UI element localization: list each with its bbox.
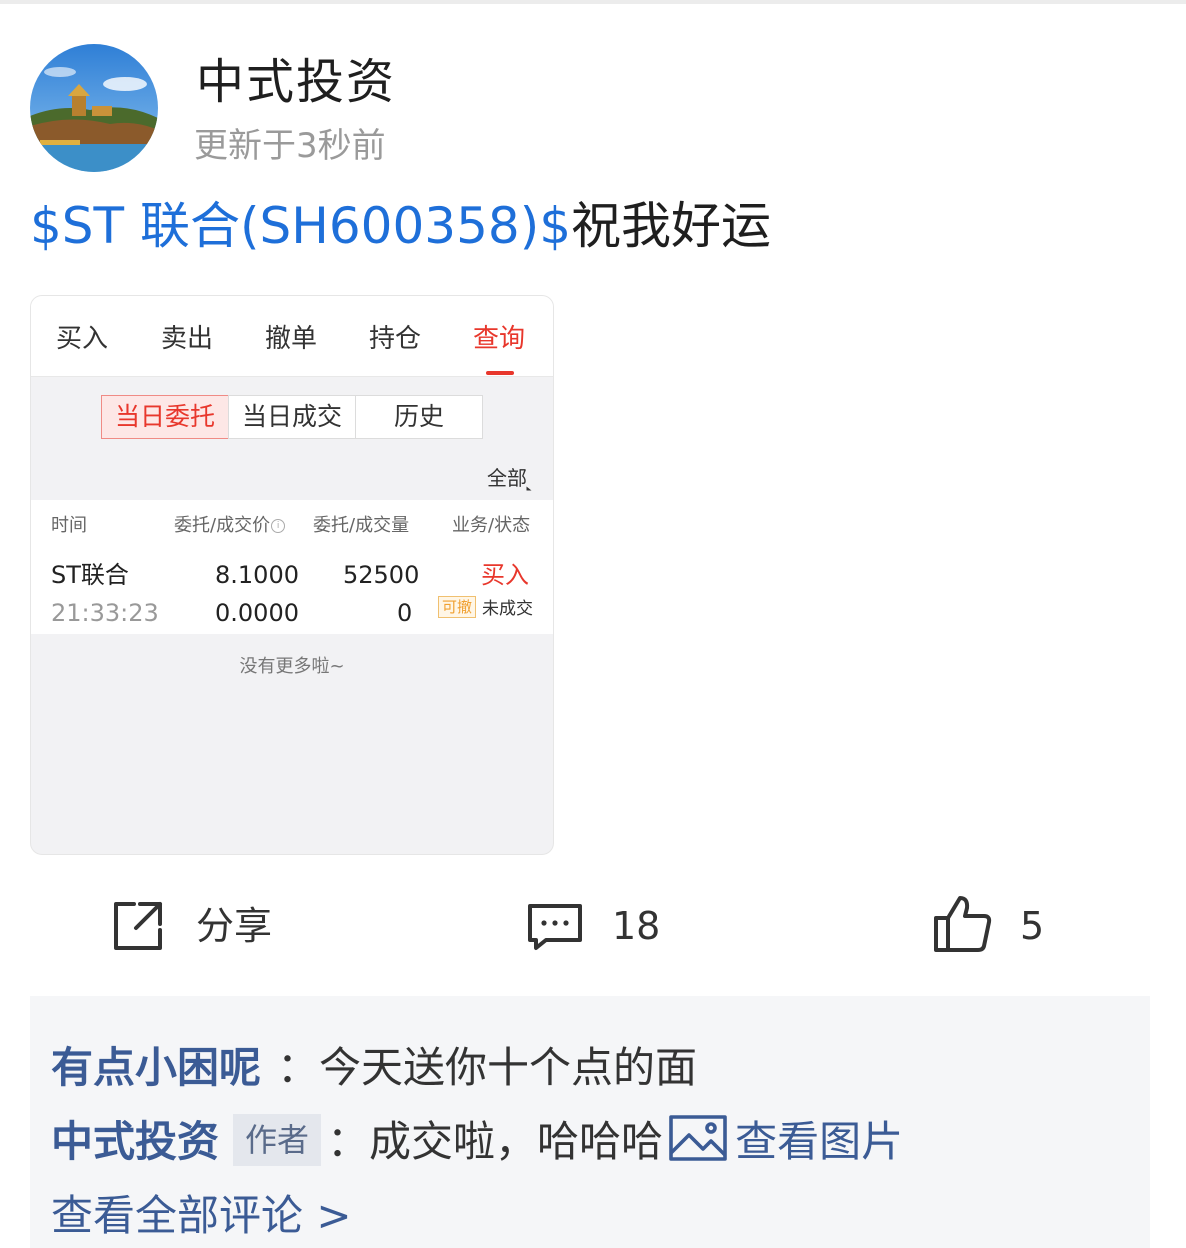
top-divider xyxy=(0,0,1186,4)
comment-icon[interactable] xyxy=(526,902,584,956)
col-status: 业务/状态 xyxy=(452,515,531,536)
author-avatar[interactable] xyxy=(30,44,158,172)
segment-today-orders: 当日委托 xyxy=(101,395,229,439)
like-icon[interactable] xyxy=(932,894,994,958)
col-price: 委托/成交价 i xyxy=(174,514,286,538)
trade-tabs: 买入 卖出 撤单 持仓 查询 xyxy=(31,296,553,377)
col-price-label: 委托/成交价 xyxy=(174,515,271,536)
table-header: 时间 委托/成交价 i 委托/成交量 业务/状态 xyxy=(31,500,553,548)
comment-author[interactable]: 有点小困呢 xyxy=(51,1043,261,1092)
comment-text: 今天送你十个点的面 xyxy=(319,1043,698,1092)
order-time: 21:33:23 xyxy=(51,599,159,627)
tab-cancel: 撤单 xyxy=(265,324,318,354)
tab-query: 查询 xyxy=(473,324,526,354)
order-action: 买入 xyxy=(481,561,529,589)
view-image-link[interactable]: 查看图片 xyxy=(735,1117,903,1166)
view-all-comments[interactable]: 查看全部评论 > xyxy=(51,1188,352,1244)
updated-time: 更新于3秒前 xyxy=(194,126,386,166)
tab-sell: 卖出 xyxy=(161,324,214,354)
comments-preview: 有点小困呢 ：今天送你十个点的面 中式投资 作者 ：成交啦，哈哈哈 查看图片 查看全部评… xyxy=(30,996,1150,1248)
no-more-text: 没有更多啦~ xyxy=(239,656,345,677)
segment-today-deals: 当日成交 xyxy=(228,395,356,439)
segment-history: 历史 xyxy=(355,395,483,439)
order-price: 8.1000 xyxy=(215,561,299,589)
col-time: 时间 xyxy=(51,515,87,536)
comment-author[interactable]: 中式投资 xyxy=(51,1117,219,1166)
like-count[interactable]: 5 xyxy=(1020,902,1044,950)
cancelable-badge: 可撤 xyxy=(438,596,477,618)
tab-buy: 买入 xyxy=(56,324,109,354)
post-content: $ST 联合(SH600358)$祝我好运 xyxy=(30,192,771,260)
share-icon[interactable] xyxy=(110,898,166,958)
tab-position: 持仓 xyxy=(369,324,422,354)
comment-text: 成交啦，哈哈哈 xyxy=(369,1117,664,1166)
post-text: 祝我好运 xyxy=(571,197,772,255)
comment-1: 有点小困呢 ：今天送你十个点的面 xyxy=(51,1040,697,1096)
order-volume: 52500 xyxy=(343,561,420,589)
author-tag: 作者 xyxy=(233,1114,322,1166)
comment-count[interactable]: 18 xyxy=(612,902,660,950)
deal-volume: 0 xyxy=(397,599,413,627)
view-all-comments-label[interactable]: 查看全部评论 > xyxy=(51,1191,352,1240)
share-button[interactable]: 分享 xyxy=(196,902,272,950)
image-icon[interactable] xyxy=(669,1114,727,1175)
comment-separator: ： xyxy=(277,1043,320,1092)
col-volume: 委托/成交量 xyxy=(313,515,410,536)
comment-2: 中式投资 作者 ：成交啦，哈哈哈 查看图片 xyxy=(51,1114,903,1175)
filter-caret-icon xyxy=(526,486,532,491)
active-tab-underline xyxy=(486,371,514,375)
author-name[interactable]: 中式投资 xyxy=(196,52,396,112)
info-icon: i xyxy=(271,519,286,533)
deal-price: 0.0000 xyxy=(215,599,299,627)
post-image[interactable]: 买入 卖出 撤单 持仓 查询 当日委托 当日成交 历史 全部 时间 委托/成交价… xyxy=(30,295,554,855)
stock-name: ST联合 xyxy=(51,561,129,589)
order-status: 未成交 xyxy=(482,599,533,619)
filter-all: 全部 xyxy=(487,466,527,490)
table-row: ST联合 21:33:23 8.1000 0.0000 52500 0 买入 可… xyxy=(31,548,553,634)
stock-link[interactable]: $ST 联合(SH600358)$ xyxy=(30,197,571,255)
comment-separator: ： xyxy=(327,1117,370,1166)
